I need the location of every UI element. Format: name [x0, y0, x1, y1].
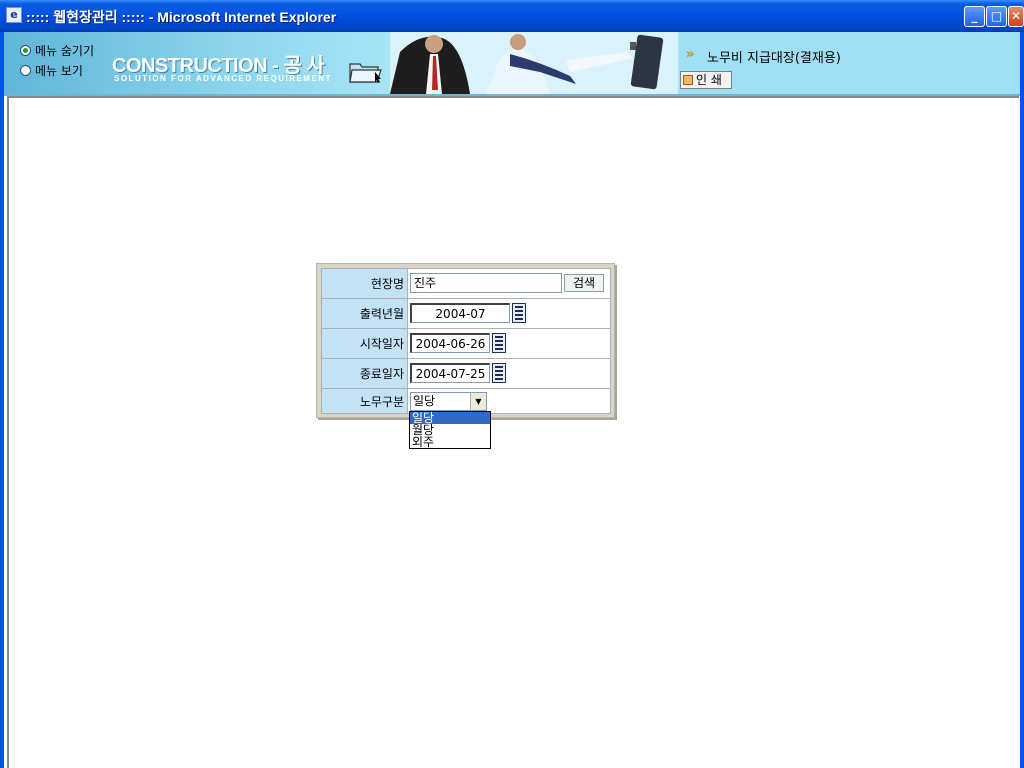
title-bar: e ::::: 웹현장관리 ::::: - Microsoft Internet…: [0, 0, 1024, 32]
browser-window: e ::::: 웹현장관리 ::::: - Microsoft Internet…: [0, 0, 1024, 768]
print-label: 인 쇄: [696, 73, 722, 87]
menu-show-label: 메뉴 보기: [35, 64, 83, 78]
minimize-button[interactable]: _: [964, 6, 985, 27]
search-button[interactable]: 검색: [564, 274, 604, 292]
maximize-icon: □: [990, 9, 1003, 23]
form-row-end-date: 종료일자 2004-07-25: [321, 358, 611, 389]
output-month-input[interactable]: 2004-07: [410, 303, 510, 323]
page-title: 노무비 지급대장(결재용): [707, 51, 841, 66]
form-row-output-month: 출력년월 2004-07: [321, 298, 611, 329]
search-form: 현장명 진주 검색 출력년월 2004-07 시작일자 2004-06-26 종…: [321, 268, 611, 414]
window-title: ::::: 웹현장관리 ::::: - Microsoft Internet E…: [26, 9, 337, 25]
form-row-site: 현장명 진주 검색: [321, 268, 611, 299]
folder-icon: [349, 63, 382, 83]
header-banner: 메뉴 숨기기 메뉴 보기 CONSTRUCTION - 공 사 SOLUTION…: [4, 32, 1020, 96]
labor-type-dropdown-list: 일당 월당 외주: [409, 411, 491, 449]
form-row-start-date: 시작일자 2004-06-26: [321, 328, 611, 359]
calendar-icon[interactable]: [512, 303, 526, 323]
print-button[interactable]: 인 쇄: [680, 71, 732, 89]
end-date-input[interactable]: 2004-07-25: [410, 363, 490, 383]
labor-type-select[interactable]: 일당 ▼: [410, 392, 487, 411]
calendar-icon[interactable]: [492, 333, 506, 353]
close-icon: ✕: [1010, 9, 1022, 23]
form-row-labor-type: 노무구분 일당 ▼: [321, 388, 611, 414]
menu-hide-label: 메뉴 숨기기: [35, 44, 95, 58]
printer-icon: [683, 75, 693, 85]
radio-unchecked-icon[interactable]: [20, 65, 31, 76]
page-client-area: 메뉴 숨기기 메뉴 보기 CONSTRUCTION - 공 사 SOLUTION…: [4, 32, 1020, 768]
start-date-label: 시작일자: [321, 328, 408, 359]
close-button[interactable]: ✕: [1008, 6, 1024, 27]
chevron-right-icon: »: [686, 47, 695, 62]
radio-checked-icon[interactable]: [20, 45, 31, 56]
chevron-down-icon[interactable]: ▼: [470, 393, 486, 410]
site-label: 현장명: [321, 268, 408, 299]
main-content: 현장명 진주 검색 출력년월 2004-07 시작일자 2004-06-26 종…: [7, 96, 1019, 768]
brand-subtitle: SOLUTION FOR ADVANCED REQUIREMENT: [114, 74, 332, 83]
ie-icon: e: [6, 7, 22, 23]
minimize-icon: _: [971, 9, 978, 23]
start-date-input[interactable]: 2004-06-26: [410, 333, 490, 353]
site-input[interactable]: 진주: [410, 273, 562, 293]
calendar-icon[interactable]: [492, 363, 506, 383]
dropdown-option[interactable]: 외주: [410, 436, 490, 448]
search-form-panel: 현장명 진주 검색 출력년월 2004-07 시작일자 2004-06-26 종…: [316, 263, 615, 418]
end-date-label: 종료일자: [321, 358, 408, 389]
menu-hide-option[interactable]: 메뉴 숨기기: [20, 42, 94, 59]
maximize-button[interactable]: □: [986, 6, 1007, 27]
output-month-label: 출력년월: [321, 298, 408, 329]
business-people-photo: [390, 32, 678, 94]
menu-show-option[interactable]: 메뉴 보기: [20, 62, 83, 79]
labor-type-value: 일당: [413, 394, 436, 408]
labor-type-label: 노무구분: [321, 388, 408, 414]
